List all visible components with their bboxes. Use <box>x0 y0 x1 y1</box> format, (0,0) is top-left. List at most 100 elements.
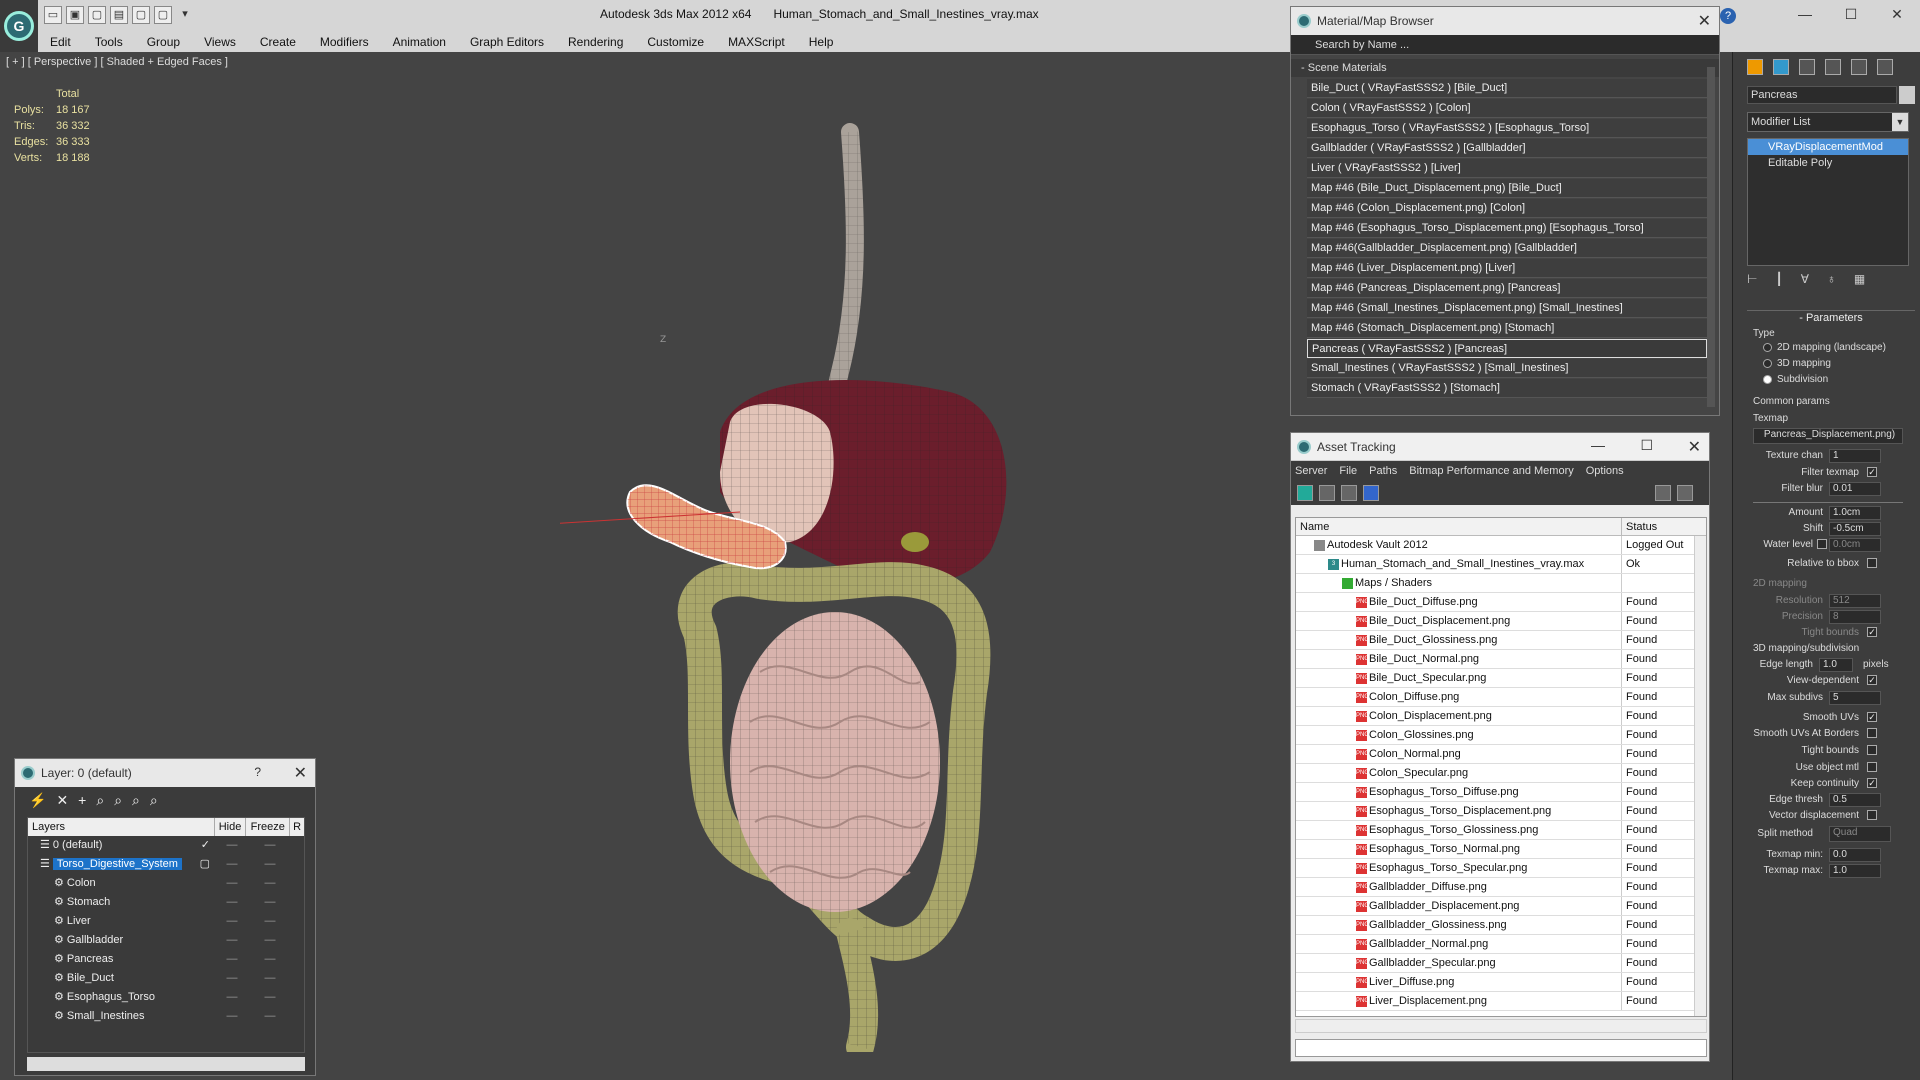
asset-row[interactable]: 3 Human_Stomach_and_Small_Inestines_vray.… <box>1296 555 1706 574</box>
menu-tools[interactable]: Tools <box>83 35 135 49</box>
material-item[interactable]: Map #46 (Bile_Duct_Displacement.png) [Bi… <box>1307 179 1707 198</box>
layer-window-titlebar[interactable]: Layer: 0 (default) ? ✕ <box>15 759 315 787</box>
hide-toggle[interactable]: — <box>216 836 248 855</box>
column-layers[interactable]: Layers <box>28 818 215 836</box>
menu-maxscript[interactable]: MAXScript <box>716 35 797 49</box>
freeze-toggle[interactable]: — <box>248 1007 292 1026</box>
view-dependent-checkbox[interactable]: ✓ <box>1867 675 1877 685</box>
menu-customize[interactable]: Customize <box>635 35 716 49</box>
fetch-icon[interactable]: ▢ <box>154 6 172 24</box>
list-view-icon[interactable] <box>1319 485 1335 501</box>
asset-row[interactable]: PNGGallbladder_Specular.png Found <box>1296 954 1706 973</box>
object-name-field[interactable]: Pancreas <box>1747 86 1897 104</box>
column-freeze[interactable]: Freeze <box>246 818 291 836</box>
freeze-toggle[interactable]: — <box>248 931 292 950</box>
hide-toggle[interactable]: — <box>216 912 248 931</box>
material-item[interactable]: Colon ( VRayFastSSS2 ) [Colon] <box>1307 99 1707 118</box>
open-file-icon[interactable]: ▭ <box>44 6 62 24</box>
save-file-icon[interactable]: ▣ <box>66 6 84 24</box>
redo-icon[interactable]: ▤ <box>110 6 128 24</box>
asset-row[interactable]: Maps / Shaders <box>1296 574 1706 593</box>
menu-graph-editors[interactable]: Graph Editors <box>458 35 556 49</box>
hide-all-icon[interactable]: ⌕ <box>132 792 140 809</box>
menu-help[interactable]: Help <box>797 35 846 49</box>
make-unique-icon[interactable]: ∀ <box>1801 272 1809 286</box>
amount-spinner[interactable]: 1.0cm <box>1829 506 1881 520</box>
help-icon[interactable]: ? <box>254 765 261 779</box>
hide-toggle[interactable]: — <box>216 1007 248 1026</box>
material-browser-titlebar[interactable]: Material/Map Browser ✕ <box>1291 7 1719 35</box>
texmap-max-spinner[interactable]: 1.0 <box>1829 864 1881 878</box>
column-name[interactable]: Name <box>1296 518 1622 535</box>
show-end-result-icon[interactable]: ┃ <box>1775 272 1782 286</box>
material-item[interactable]: Liver ( VRayFastSSS2 ) [Liver] <box>1307 159 1707 178</box>
material-search-field[interactable]: Search by Name ... <box>1291 35 1719 55</box>
asset-row[interactable]: PNGBile_Duct_Glossiness.png Found <box>1296 631 1706 650</box>
close-icon[interactable]: ✕ <box>1688 437 1701 457</box>
asset-menu-options[interactable]: Options <box>1586 465 1624 477</box>
relative-bbox-checkbox[interactable] <box>1867 558 1877 568</box>
filter-texmap-checkbox[interactable]: ✓ <box>1867 467 1877 477</box>
asset-row[interactable]: PNGEsophagus_Torso_Glossiness.png Found <box>1296 821 1706 840</box>
asset-path-field[interactable] <box>1295 1039 1707 1057</box>
tight-bounds-2d-checkbox[interactable]: ✓ <box>1867 627 1877 637</box>
layer-list-hscrollbar[interactable] <box>27 1057 305 1071</box>
hold-icon[interactable]: ▢ <box>132 6 150 24</box>
hide-toggle[interactable]: — <box>216 950 248 969</box>
resolution-spinner[interactable]: 512 <box>1829 594 1881 608</box>
asset-row[interactable]: PNGBile_Duct_Displacement.png Found <box>1296 612 1706 631</box>
asset-row[interactable]: PNGGallbladder_Diffuse.png Found <box>1296 878 1706 897</box>
asset-row[interactable]: Autodesk Vault 2012 Logged Out <box>1296 536 1706 555</box>
maximize-icon[interactable]: ☐ <box>1640 437 1653 454</box>
asset-row[interactable]: PNGGallbladder_Glossiness.png Found <box>1296 916 1706 935</box>
freeze-toggle[interactable]: — <box>248 836 292 855</box>
hide-toggle[interactable]: — <box>216 931 248 950</box>
asset-row[interactable]: PNGBile_Duct_Normal.png Found <box>1296 650 1706 669</box>
chevron-down-icon[interactable]: ▾ <box>176 6 194 24</box>
layer-row[interactable]: ⚙ Gallbladder — — <box>28 931 304 950</box>
close-icon[interactable]: ✕ <box>294 763 307 783</box>
material-item[interactable]: Map #46 (Small_Inestines_Displacement.pn… <box>1307 299 1707 318</box>
grid-view-icon[interactable] <box>1363 485 1379 501</box>
add-to-layer-icon[interactable]: + <box>78 792 86 808</box>
material-item[interactable]: Bile_Duct ( VRayFastSSS2 ) [Bile_Duct] <box>1307 79 1707 98</box>
object-color-swatch[interactable] <box>1899 86 1915 104</box>
asset-row[interactable]: PNGLiver_Diffuse.png Found <box>1296 973 1706 992</box>
material-item[interactable]: Map #46 (Esophagus_Torso_Displacement.pn… <box>1307 219 1707 238</box>
freeze-toggle[interactable]: — <box>248 874 292 893</box>
help-icon[interactable]: ? <box>1720 8 1736 24</box>
texmap-button[interactable]: Pancreas_Displacement.png) <box>1753 428 1903 444</box>
asset-menu-paths[interactable]: Paths <box>1369 465 1397 477</box>
undo-icon[interactable]: ▢ <box>88 6 106 24</box>
current-layer-box-icon[interactable]: ▢ <box>200 855 210 874</box>
asset-menu-bitmap-performance-and-memory[interactable]: Bitmap Performance and Memory <box>1409 465 1573 477</box>
filter-blur-spinner[interactable]: 0.01 <box>1829 482 1881 496</box>
table-view-icon[interactable] <box>1341 485 1357 501</box>
asset-table-hscrollbar[interactable] <box>1295 1019 1707 1033</box>
asset-row[interactable]: PNGColon_Specular.png Found <box>1296 764 1706 783</box>
menu-group[interactable]: Group <box>135 35 192 49</box>
asset-menu-server[interactable]: Server <box>1295 465 1327 477</box>
parameters-rollout[interactable]: - Parameters <box>1747 310 1915 324</box>
asset-row[interactable]: PNGColon_Normal.png Found <box>1296 745 1706 764</box>
select-layer-objects-icon[interactable]: ⌕ <box>96 792 104 809</box>
material-item[interactable]: Map #46 (Stomach_Displacement.png) [Stom… <box>1307 319 1707 338</box>
material-item[interactable]: Map #46 (Colon_Displacement.png) [Colon] <box>1307 199 1707 218</box>
minimize-icon[interactable]: — <box>1591 437 1605 453</box>
vector-displacement-checkbox[interactable] <box>1867 810 1877 820</box>
tight-bounds-checkbox[interactable] <box>1867 745 1877 755</box>
hide-toggle[interactable]: — <box>216 893 248 912</box>
material-item[interactable]: Pancreas ( VRayFastSSS2 ) [Pancreas] <box>1307 339 1707 358</box>
material-item[interactable]: Stomach ( VRayFastSSS2 ) [Stomach] <box>1307 379 1707 398</box>
remove-modifier-icon[interactable]: ♁ <box>1827 272 1836 286</box>
asset-table-vscrollbar[interactable] <box>1694 536 1706 1016</box>
refresh-icon[interactable] <box>1297 485 1313 501</box>
freeze-toggle[interactable]: — <box>248 855 292 874</box>
column-status[interactable]: Status <box>1622 518 1692 535</box>
minimize-icon[interactable]: — <box>1782 0 1828 28</box>
create-layer-icon[interactable]: ⚡ <box>29 792 46 809</box>
material-item[interactable]: Map #46 (Pancreas_Displacement.png) [Pan… <box>1307 279 1707 298</box>
freeze-toggle[interactable]: — <box>248 950 292 969</box>
asset-row[interactable]: PNGEsophagus_Torso_Diffuse.png Found <box>1296 783 1706 802</box>
layer-row[interactable]: ⚙ Liver — — <box>28 912 304 931</box>
